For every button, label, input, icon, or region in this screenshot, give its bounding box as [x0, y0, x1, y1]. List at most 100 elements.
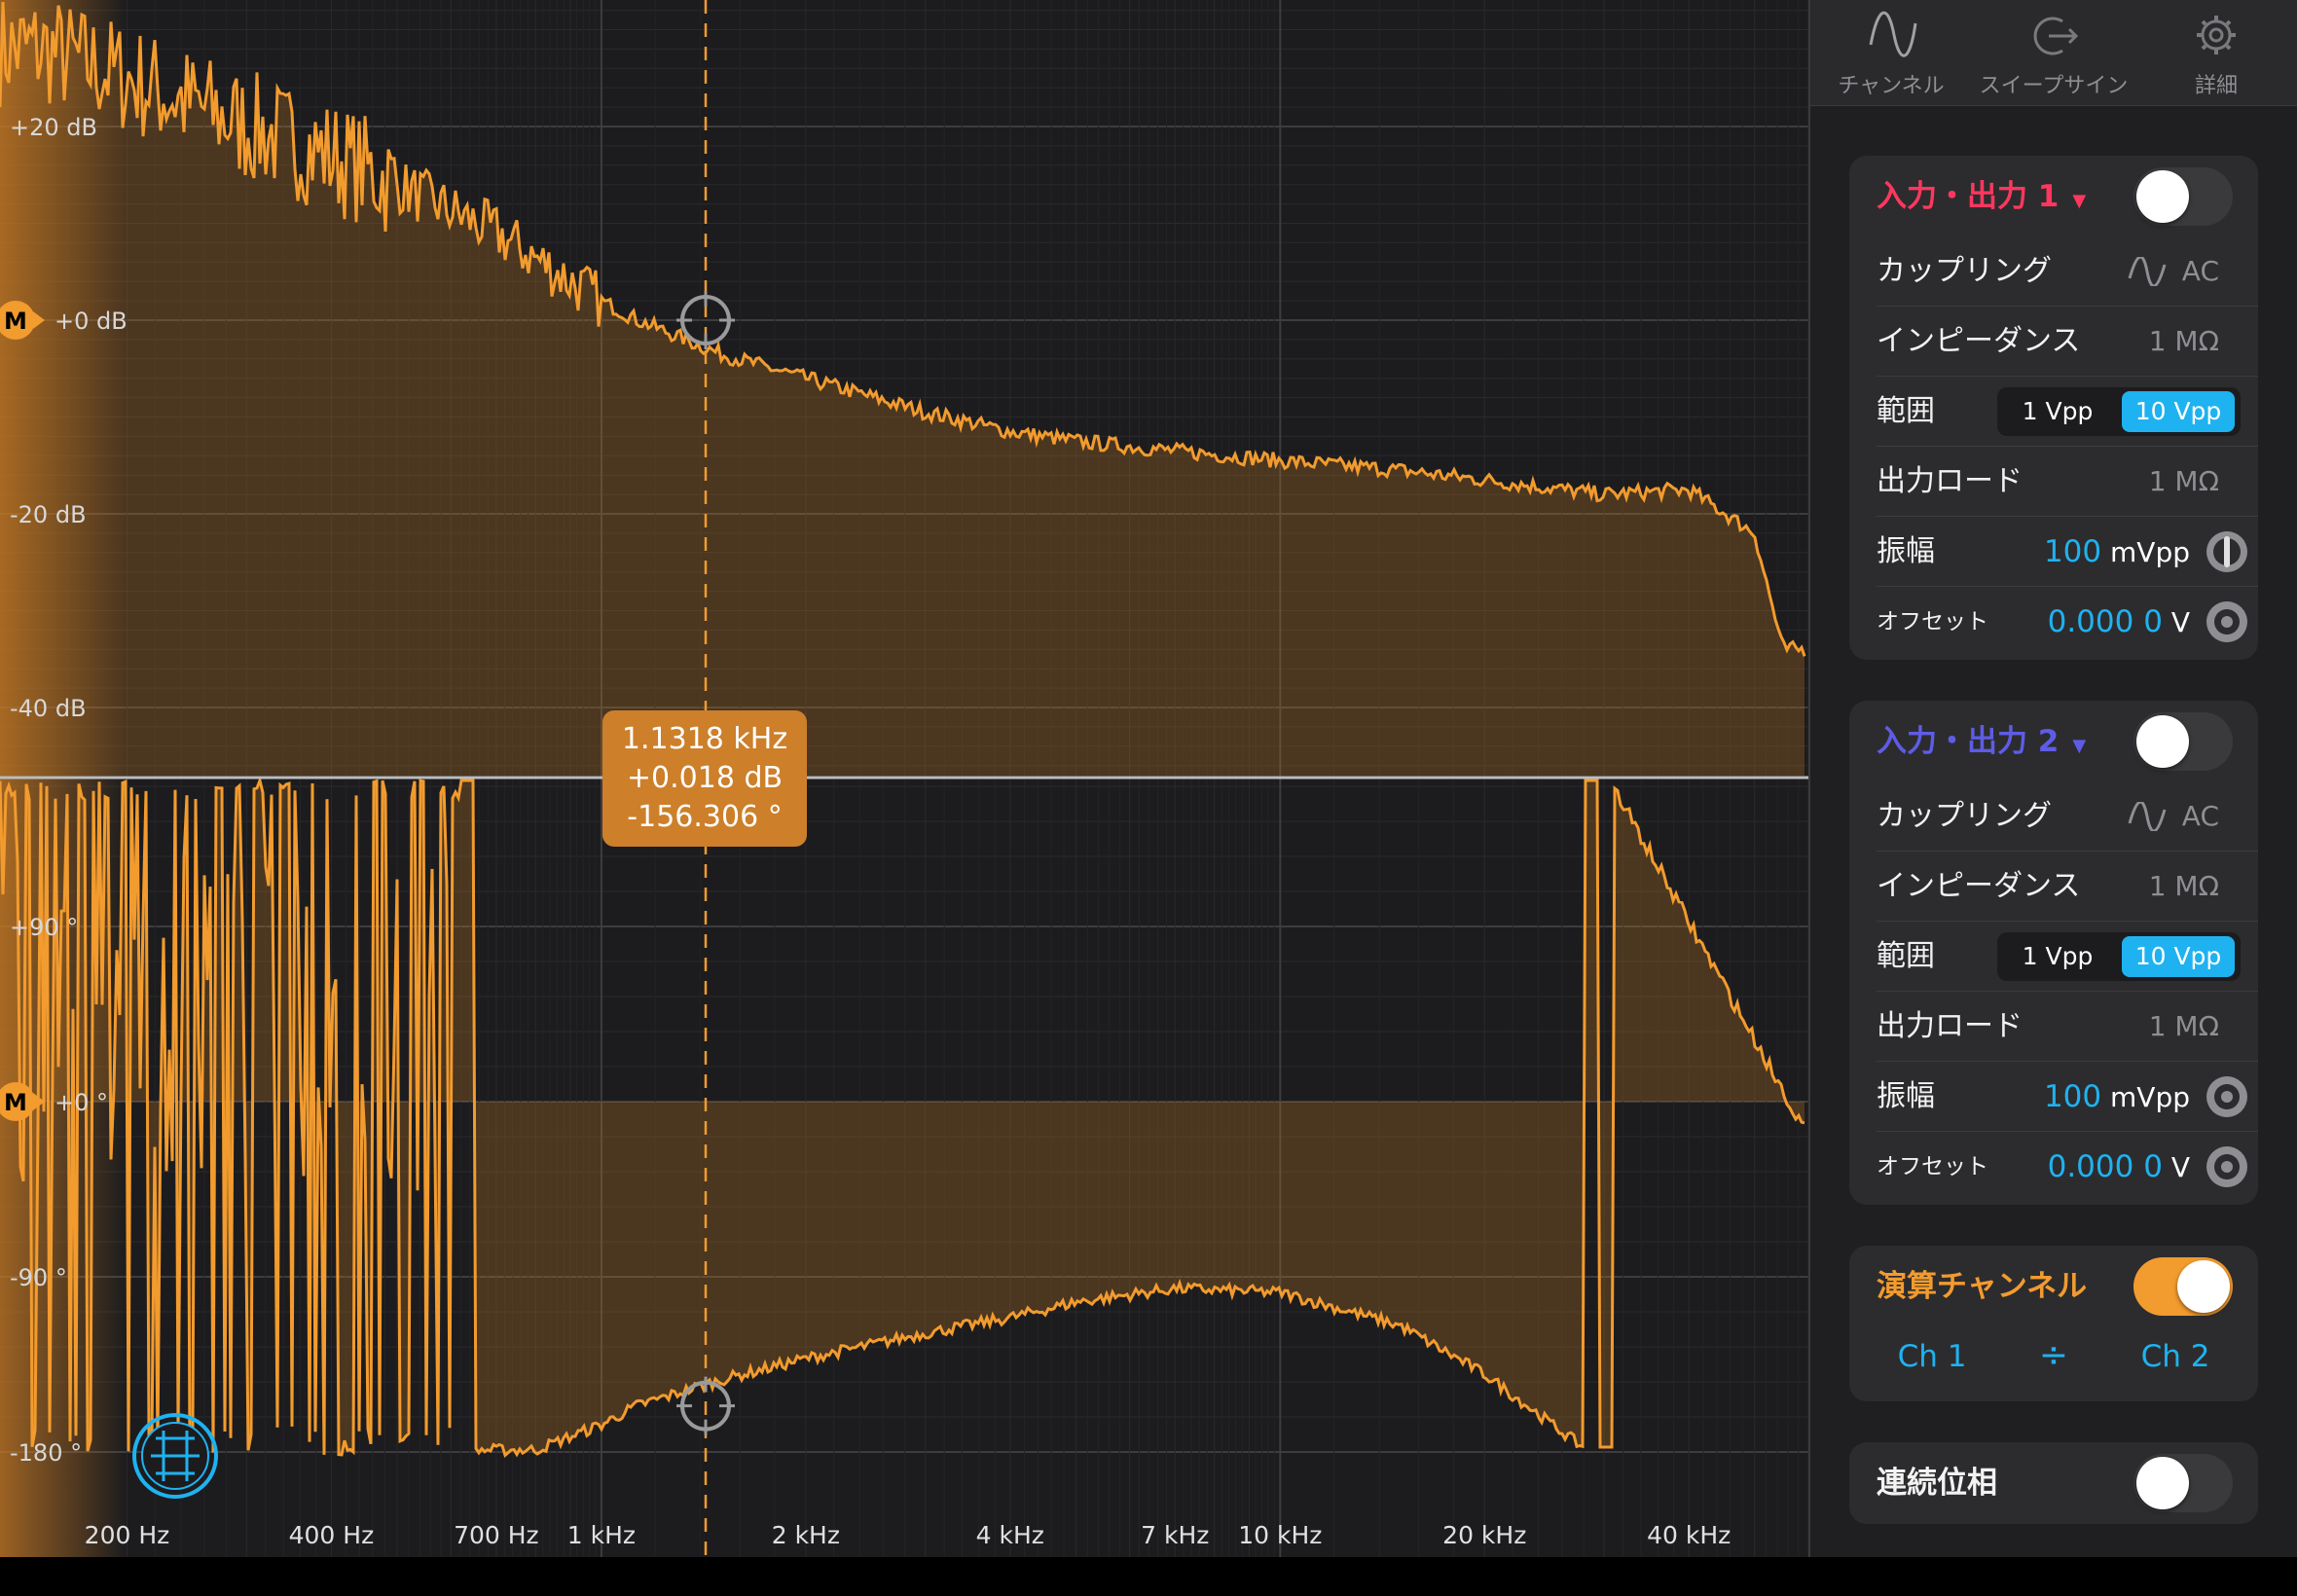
coupling-label: カップリング — [1877, 254, 2052, 288]
mag-axis-label: -20 dB — [10, 501, 87, 528]
toggle-knob — [2136, 715, 2189, 768]
ch2-load-row[interactable]: 出力ロード 1 MΩ — [1877, 993, 2258, 1062]
bode-plot[interactable]: +20 dB +0 dB -20 dB -40 dB +90 ° +0 ° -90 ° -18… — [0, 0, 1808, 1557]
ch1-toggle[interactable] — [2133, 167, 2233, 226]
mag-axis-label: -40 dB — [10, 695, 87, 722]
range-label: 範囲 — [1877, 939, 1935, 973]
ch1-range-segment: 1 Vpp 10 Vpp — [1997, 387, 2241, 436]
ch1-impedance-row[interactable]: インピーダンス 1 MΩ — [1877, 308, 2258, 377]
math-operand-a[interactable]: Ch 1 — [1869, 1339, 1995, 1374]
load-label: 出力ロード — [1877, 1009, 2023, 1043]
phase-axis-label: +0 ° — [55, 1089, 108, 1116]
tab-sweep[interactable]: スイープサイン — [1973, 0, 2134, 105]
gear-icon — [2197, 16, 2236, 54]
mag-trace-fill — [0, 2, 1805, 776]
ch1-offset-row[interactable]: オフセット 0.000 0 V — [1877, 588, 2258, 656]
amp-value: 100 — [2043, 1079, 2102, 1114]
mag-axis-label: +20 dB — [10, 114, 97, 141]
offset-unit: V — [2170, 606, 2190, 638]
freq-axis-label: 20 kHz — [1442, 1521, 1526, 1549]
offset-readout[interactable]: 0.000 0 V — [2048, 588, 2190, 657]
tab-sweep-label: スイープサイン — [1979, 74, 2129, 98]
coupling-label: カップリング — [1877, 799, 2052, 833]
cursor-mag: +0.018 dB — [626, 761, 784, 795]
phase-axis-label: -90 ° — [10, 1264, 67, 1291]
marker-mag-letter: M — [4, 308, 27, 335]
ch2-range-row: 範囲 1 Vpp 10 Vpp — [1877, 923, 2258, 992]
freq-axis-label: 10 kHz — [1238, 1521, 1322, 1549]
amp-readout[interactable]: 100 mVpp — [2044, 518, 2190, 587]
range-option-1vpp[interactable]: 1 Vpp — [2001, 936, 2114, 977]
coupling-value: AC — [2181, 255, 2219, 287]
math-card: 演算チャンネル Ch 1 ÷ Ch 2 — [1849, 1246, 2258, 1401]
math-title: 演算チャンネル — [1877, 1269, 2088, 1304]
offset-readout[interactable]: 0.000 0 V — [2048, 1133, 2190, 1202]
ch2-toggle[interactable] — [2133, 712, 2233, 771]
knob-icon[interactable] — [2206, 1145, 2248, 1188]
load-value: 1 MΩ — [2148, 1010, 2219, 1042]
knob-icon[interactable] — [2206, 600, 2248, 643]
freq-axis-label: 2 kHz — [772, 1521, 840, 1549]
marker-phase-letter: M — [4, 1089, 27, 1116]
coupling-value: AC — [2181, 800, 2219, 832]
ac-wave-icon — [2128, 257, 2167, 286]
ch2-offset-row[interactable]: オフセット 0.000 0 V — [1877, 1133, 2258, 1201]
continuous-phase-toggle[interactable] — [2133, 1454, 2233, 1512]
tab-channel[interactable]: チャンネル — [1810, 0, 1972, 105]
range-option-10vpp[interactable]: 10 Vpp — [2122, 936, 2235, 977]
range-option-10vpp[interactable]: 10 Vpp — [2122, 391, 2235, 432]
ch1-card: 入力・出力 1 ▼ カップリング AC インピーダンス 1 MΩ 範囲 1 Vpp… — [1849, 156, 2258, 660]
ac-wave-icon — [2128, 802, 2167, 831]
impedance-value: 1 MΩ — [2148, 870, 2219, 902]
amp-label: 振幅 — [1877, 1079, 1935, 1113]
knob-icon[interactable] — [2206, 1075, 2248, 1118]
amp-value: 100 — [2043, 534, 2102, 569]
sine-wave-icon — [1869, 11, 1917, 57]
output-arrow-icon — [2033, 17, 2079, 55]
toggle-knob — [2177, 1260, 2230, 1313]
amp-unit: mVpp — [2110, 536, 2190, 568]
cursor-readout[interactable]: 1.1318 kHz +0.018 dB -156.306 ° — [602, 710, 807, 847]
impedance-value: 1 MΩ — [2148, 325, 2219, 357]
phase-trace-fill — [0, 780, 1805, 1456]
tab-details-label: 詳細 — [2194, 74, 2238, 98]
ch1-title[interactable]: 入力・出力 1 ▼ — [1877, 156, 2086, 242]
tab-bar: チャンネル スイープサイン 詳細 — [1810, 0, 2297, 106]
load-value: 1 MΩ — [2148, 465, 2219, 497]
ch2-card: 入力・出力 2 ▼ カップリング AC インピーダンス 1 MΩ 範囲 1 Vpp… — [1849, 701, 2258, 1205]
chevron-down-icon: ▼ — [2072, 736, 2087, 756]
ch1-load-row[interactable]: 出力ロード 1 MΩ — [1877, 448, 2258, 517]
mag-axis-label: +0 dB — [55, 308, 128, 335]
range-label: 範囲 — [1877, 394, 1935, 428]
math-operator[interactable]: ÷ — [2010, 1335, 2097, 1375]
range-option-1vpp[interactable]: 1 Vpp — [2001, 391, 2114, 432]
ch2-title-text: 入力・出力 2 — [1877, 724, 2060, 759]
grid-toggle-icon[interactable] — [132, 1413, 218, 1499]
chevron-down-icon: ▼ — [2072, 191, 2087, 211]
phase-axis-label: +90 ° — [10, 914, 78, 941]
tab-details[interactable]: 詳細 — [2135, 0, 2297, 105]
ch2-impedance-row[interactable]: インピーダンス 1 MΩ — [1877, 852, 2258, 922]
amp-readout[interactable]: 100 mVpp — [2044, 1063, 2190, 1132]
ch1-coupling-row[interactable]: カップリング AC — [1877, 237, 2258, 307]
load-label: 出力ロード — [1877, 464, 2023, 498]
math-toggle[interactable] — [2133, 1257, 2233, 1316]
math-operand-b[interactable]: Ch 2 — [2112, 1339, 2239, 1374]
cursor-freq: 1.1318 kHz — [621, 722, 788, 756]
settings-panel: チャンネル スイープサイン 詳細 入力・出力 1 ▼ カップリング AC インピー… — [1810, 0, 2297, 1557]
toggle-knob — [2136, 170, 2189, 223]
offset-label: オフセット — [1877, 609, 1988, 635]
knob-icon[interactable] — [2206, 530, 2248, 573]
freq-axis-label: 7 kHz — [1141, 1521, 1209, 1549]
ch2-coupling-row[interactable]: カップリング AC — [1877, 782, 2258, 852]
ch2-amp-row[interactable]: 振幅 100 mVpp — [1877, 1063, 2258, 1132]
offset-unit: V — [2170, 1151, 2190, 1183]
continuous-phase-card: 連続位相 — [1849, 1442, 2258, 1524]
impedance-label: インピーダンス — [1877, 324, 2081, 358]
ch1-amp-row[interactable]: 振幅 100 mVpp — [1877, 518, 2258, 587]
ch2-range-segment: 1 Vpp 10 Vpp — [1997, 932, 2241, 981]
phase-axis-label: -180 ° — [10, 1439, 82, 1467]
freq-axis-label: 4 kHz — [976, 1521, 1044, 1549]
ch2-title[interactable]: 入力・出力 2 ▼ — [1877, 701, 2086, 787]
plot-canvas[interactable]: +20 dB +0 dB -20 dB -40 dB +90 ° +0 ° -90 ° -18… — [0, 0, 1808, 1557]
